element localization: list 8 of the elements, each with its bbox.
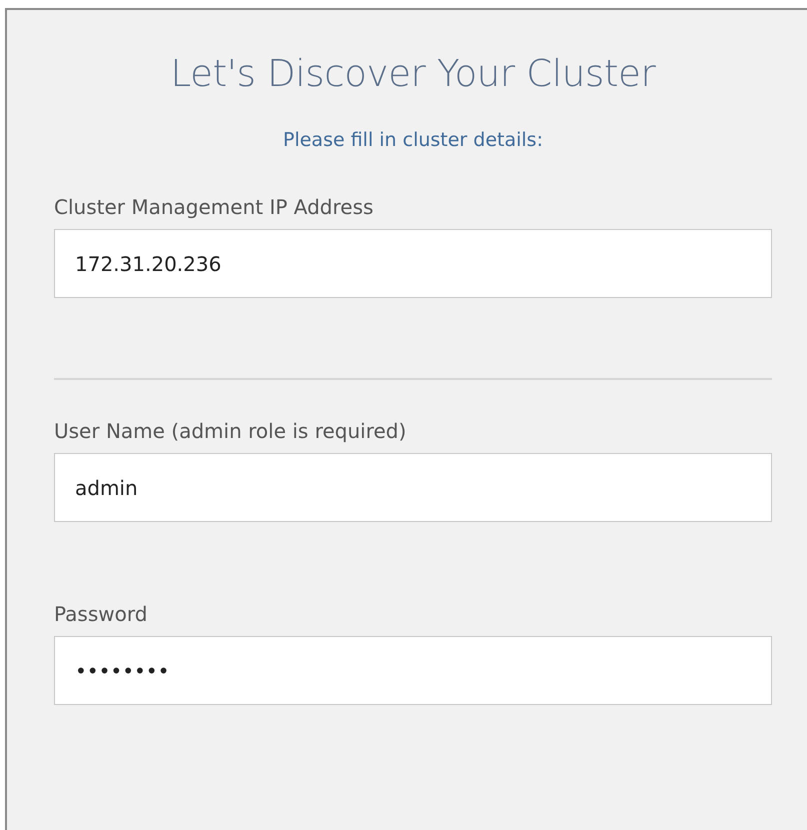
input-field[interactable]: admin bbox=[54, 453, 772, 522]
input-field[interactable]: •••••••• bbox=[54, 636, 772, 705]
form-subtitle: Please fill in cluster details: bbox=[282, 129, 544, 151]
field-label: User Name (admin role is required) bbox=[54, 419, 408, 443]
field-label: Cluster Management IP Address bbox=[54, 195, 374, 219]
input-field[interactable]: 172.31.20.236 bbox=[54, 229, 772, 298]
field-label: Password bbox=[54, 602, 148, 626]
form-title: Let's Discover Your Cluster bbox=[169, 52, 657, 95]
